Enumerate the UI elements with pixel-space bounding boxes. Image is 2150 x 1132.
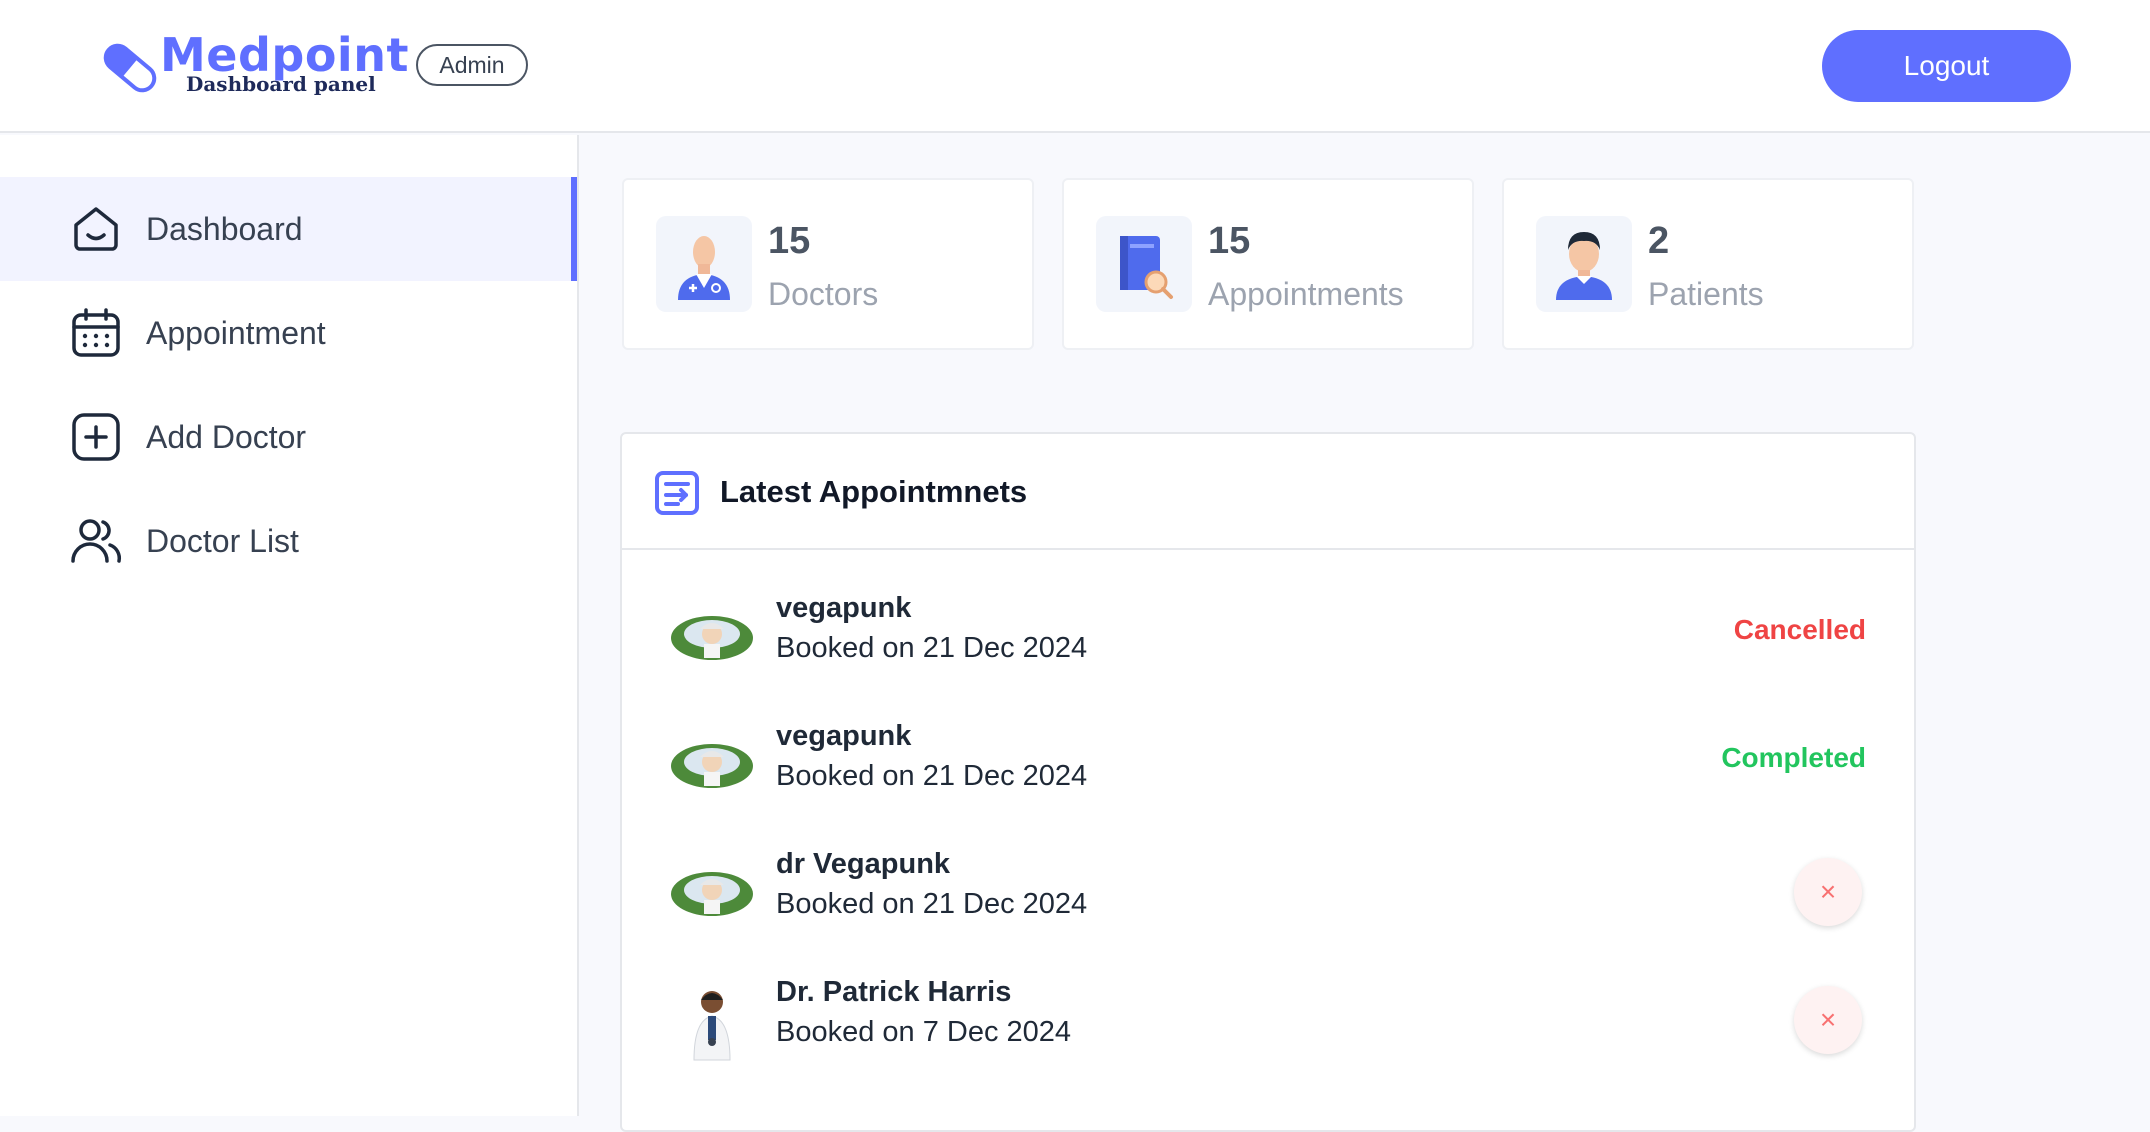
appointment-row: dr Vegapunk Booked on 21 Dec 2024 × <box>622 830 1914 958</box>
cancel-appointment-button[interactable]: × <box>1794 986 1862 1054</box>
sidebar-item-doctor-list[interactable]: Doctor List <box>0 489 577 593</box>
status-badge: Completed <box>1721 742 1866 773</box>
home-icon <box>74 207 118 251</box>
appointment-row: vegapunk Booked on 21 Dec 2024 Cancelled <box>622 574 1914 702</box>
logout-button[interactable]: Logout <box>1822 30 2071 102</box>
appointments-book-icon <box>1096 216 1192 312</box>
patient-icon <box>1536 216 1632 312</box>
appointment-row: vegapunk Booked on 21 Dec 2024 Completed <box>622 702 1914 830</box>
stat-value: 15 <box>768 220 811 262</box>
stat-label: Doctors <box>768 276 879 312</box>
booking-date: Booked on 21 Dec 2024 <box>776 760 1088 792</box>
sidebar-item-label: Dashboard <box>146 210 303 247</box>
patient-name: vegapunk <box>776 720 912 752</box>
booking-date: Booked on 21 Dec 2024 <box>776 888 1088 920</box>
booking-date: Booked on 7 Dec 2024 <box>776 1016 1072 1048</box>
sidebar-item-dashboard[interactable]: Dashboard <box>0 177 577 281</box>
pill-icon <box>103 43 157 93</box>
top-header: Medpoint Dashboard panel Admin Logout <box>0 0 2150 133</box>
doctor-avatar <box>671 872 753 916</box>
sidebar-item-label: Doctor List <box>146 522 299 559</box>
sidebar-item-appointment[interactable]: Appointment <box>0 281 577 385</box>
doctor-icon <box>656 216 752 312</box>
add-square-icon <box>72 413 120 461</box>
patient-name: dr Vegapunk <box>776 848 951 880</box>
patient-name: Dr. Patrick Harris <box>776 976 1012 1008</box>
stat-label: Patients <box>1648 276 1764 312</box>
list-icon <box>655 471 699 515</box>
patient-name: vegapunk <box>776 592 912 624</box>
stat-card-patients[interactable]: 2 Patients <box>1502 178 1914 350</box>
calendar-icon <box>72 308 120 357</box>
doctor-avatar <box>693 991 731 1061</box>
cancel-appointment-button[interactable]: × <box>1794 858 1862 926</box>
close-icon: × <box>1819 876 1837 907</box>
status-badge: Cancelled <box>1733 614 1866 645</box>
people-icon <box>71 519 122 563</box>
booking-date: Booked on 21 Dec 2024 <box>776 632 1088 664</box>
role-badge: Admin <box>416 44 528 86</box>
stat-label: Appointments <box>1208 276 1404 312</box>
stat-card-doctors[interactable]: 15 Doctors <box>622 178 1034 350</box>
sidebar: Dashboard Appointment Add Doctor Doctor … <box>0 135 579 1116</box>
sidebar-item-add-doctor[interactable]: Add Doctor <box>0 385 577 489</box>
latest-appointments-title: Latest Appointmnets <box>720 474 1028 509</box>
brand-subtitle: Dashboard panel <box>186 72 376 96</box>
stat-value: 2 <box>1648 220 1670 262</box>
doctor-avatar <box>671 616 753 660</box>
appointment-row: Dr. Patrick Harris Booked on 7 Dec 2024 … <box>622 958 1914 1086</box>
stat-card-appointments[interactable]: 15 Appointments <box>1062 178 1474 350</box>
close-icon: × <box>1819 1004 1837 1035</box>
doctor-avatar <box>671 744 753 788</box>
sidebar-item-label: Add Doctor <box>146 418 307 455</box>
brand-logo[interactable]: Medpoint Dashboard panel <box>98 28 408 108</box>
latest-appointments-panel: Latest Appointmnets vegapunk Booked on 2… <box>620 432 1916 1132</box>
sidebar-item-label: Appointment <box>146 314 326 351</box>
latest-appointments-header: Latest Appointmnets <box>622 434 1914 550</box>
stat-value: 15 <box>1208 220 1251 262</box>
